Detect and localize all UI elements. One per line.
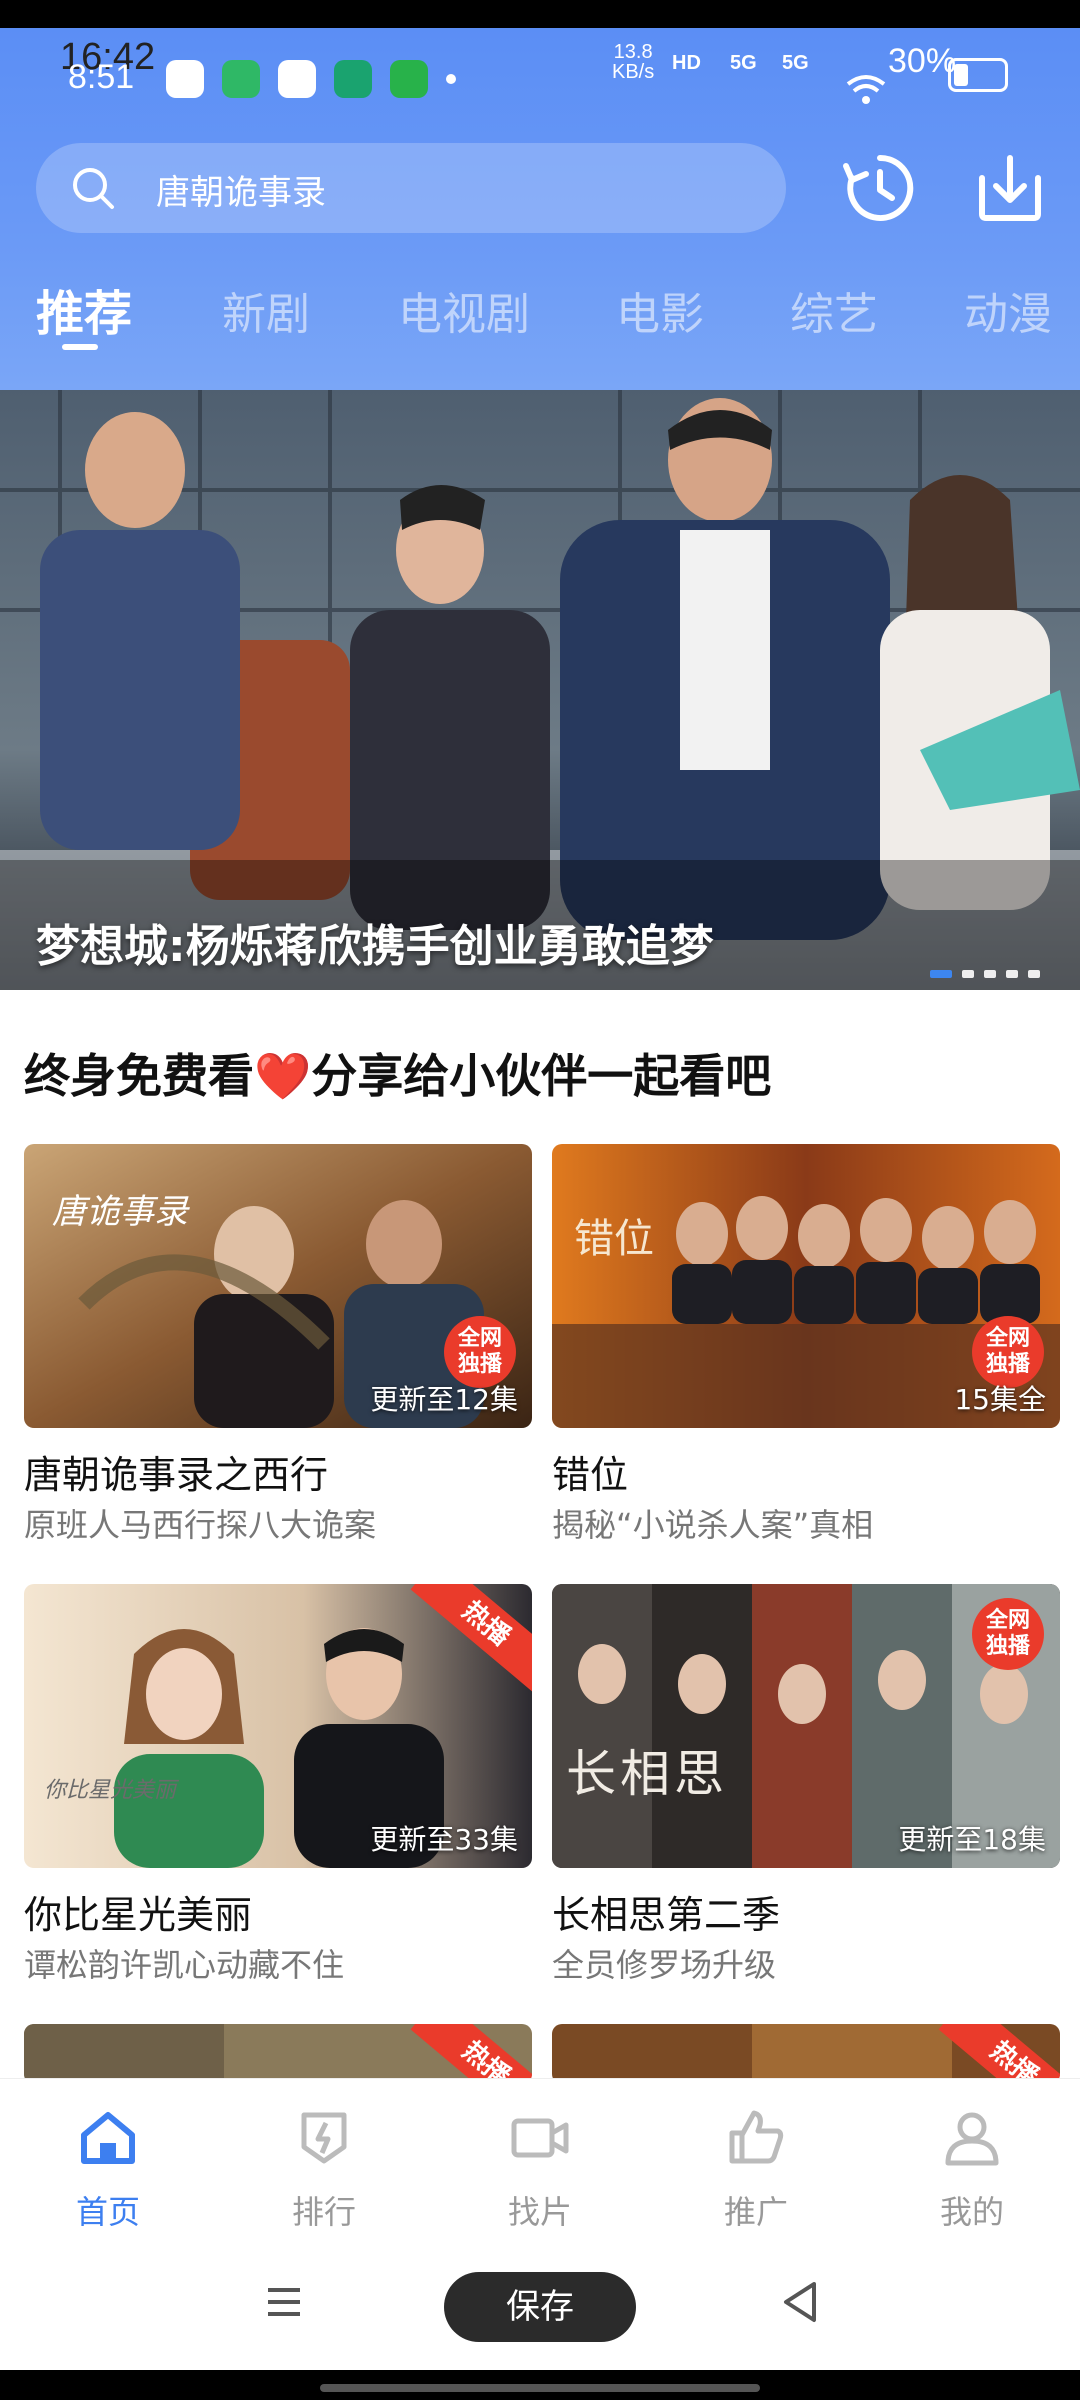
- home-indicator[interactable]: [320, 2384, 760, 2392]
- ranking-icon: [301, 2112, 347, 2164]
- nav-profile-label: 我的: [939, 2193, 1004, 2231]
- badge-text: 全网 独播: [985, 1326, 1030, 1377]
- green-app-icon: [390, 60, 428, 98]
- nav-discover[interactable]: 找片: [460, 2079, 620, 2249]
- tab-indicator: [62, 344, 98, 350]
- tab-recommended[interactable]: 推荐: [36, 274, 132, 344]
- card-thumbnail: 热播: [552, 2024, 1060, 2084]
- tab-new-shows[interactable]: 新剧: [222, 278, 310, 342]
- share-text-after: 分享给小伙伴一起看吧: [311, 1049, 772, 1103]
- thumb-logo-text: 唐诡事录: [52, 1192, 188, 1232]
- oppo-app-icon: [334, 60, 372, 98]
- search-icon: [73, 168, 114, 209]
- tab-variety[interactable]: 综艺: [790, 278, 878, 342]
- card-thumbnail: 热播: [24, 2024, 532, 2084]
- more-notifications-dot: [446, 74, 456, 84]
- card-thumbnail: 长相思 全网 独播 更新至18集: [552, 1584, 1060, 1868]
- battery-icon: [948, 58, 1008, 92]
- nav-profile[interactable]: 我的: [892, 2079, 1052, 2249]
- card-thumbnail: 你比星光美丽 热播 更新至33集: [24, 1584, 532, 1868]
- card-title: 长相思第二季: [552, 1893, 781, 1937]
- video-camera-icon: [511, 2118, 569, 2158]
- nav-home[interactable]: 首页: [28, 2079, 188, 2249]
- user-icon: [945, 2112, 999, 2166]
- video-card[interactable]: 错位 全网 独播 15集全 错位 揭秘“小说杀人案”真相: [552, 1144, 1060, 1564]
- banner-dot[interactable]: [962, 970, 974, 978]
- card-thumbnail: 错位 全网 独播 15集全: [552, 1144, 1060, 1428]
- banner-title: 梦想城:杨烁蒋欣携手创业勇敢追梦: [36, 921, 714, 972]
- net-speed-unit: KB/s: [612, 61, 655, 83]
- app-notification-icon: [166, 60, 204, 98]
- video-card[interactable]: 长相思 全网 独播 更新至18集 长相思第二季 全员修罗场升级: [552, 1584, 1060, 2004]
- video-card[interactable]: 热播: [24, 2024, 532, 2084]
- thumb-logo-text: 错位: [574, 1216, 654, 1262]
- card-subtitle: 揭秘“小说杀人案”真相: [552, 1506, 874, 1544]
- banner-dot[interactable]: [1006, 970, 1018, 978]
- shield-app-icon: [222, 60, 260, 98]
- episode-count: 更新至18集: [898, 1823, 1046, 1856]
- status-time: 8:51: [68, 58, 135, 96]
- net-speed-value: 13.8: [613, 41, 653, 63]
- card-title: 唐朝诡事录之西行: [24, 1453, 329, 1497]
- search-placeholder: 唐朝诡事录: [156, 173, 326, 213]
- heart-icon: ❤️: [254, 1049, 312, 1103]
- hero-banner[interactable]: 梦想城:杨烁蒋欣携手创业勇敢追梦: [0, 390, 1080, 990]
- nav-promote-label: 推广: [723, 2193, 788, 2231]
- tab-tv-series[interactable]: 电视剧: [398, 278, 530, 342]
- notification-icons: [166, 60, 428, 98]
- banner-dot[interactable]: [1028, 970, 1040, 978]
- hd-icon: HD: [672, 52, 701, 74]
- banner-pagination: [930, 970, 1040, 978]
- nav-ranking-label: 排行: [291, 2193, 356, 2231]
- card-subtitle: 原班人马西行探八大诡案: [24, 1506, 377, 1544]
- battery-percent: 30%: [888, 42, 957, 80]
- category-tabs: 推荐 新剧 电视剧 电影 综艺 动漫: [0, 278, 1080, 348]
- banner-dot[interactable]: [930, 970, 952, 978]
- history-icon[interactable]: [840, 148, 920, 228]
- video-card[interactable]: 你比星光美丽 热播 更新至33集 你比星光美丽 谭松韵许凯心动藏不住: [24, 1584, 532, 2004]
- share-text-before: 终身免费看: [24, 1049, 254, 1103]
- back-icon[interactable]: [780, 2280, 820, 2324]
- search-bar[interactable]: 唐朝诡事录: [36, 143, 786, 233]
- card-title: 你比星光美丽: [24, 1893, 253, 1937]
- menu-icon[interactable]: [264, 2282, 304, 2322]
- nav-promote[interactable]: 推广: [676, 2079, 836, 2249]
- gallery-app-icon: [278, 60, 316, 98]
- banner-image: [0, 390, 1080, 990]
- video-card[interactable]: 唐诡事录 全网 独播 更新至12集 唐朝诡事录之西行 原班人马西行探八大诡案: [24, 1144, 532, 1564]
- thumb-logo-text: 你比星光美丽: [44, 1778, 177, 1803]
- bottom-navigation: 首页 排行 找片 推广 我的: [0, 2078, 1080, 2248]
- net-speed: 13.8 KB/s: [612, 42, 654, 82]
- save-button[interactable]: 保存: [444, 2272, 636, 2342]
- video-card[interactable]: 热播: [552, 2024, 1060, 2084]
- banner-dot[interactable]: [984, 970, 996, 978]
- status-bar: 16:42 8:51 13.8 KB/s HD 5G 5G 30%: [0, 28, 1080, 138]
- episode-count: 更新至12集: [370, 1383, 518, 1416]
- episode-count: 更新至33集: [370, 1823, 518, 1856]
- episode-count: 15集全: [954, 1383, 1046, 1416]
- home-icon: [81, 2112, 135, 2164]
- thumb-logo-text: 长相思: [566, 1745, 728, 1803]
- badge-text: 全网 独播: [457, 1326, 502, 1377]
- system-nav-bar: 保存: [0, 2248, 1080, 2370]
- download-icon[interactable]: [970, 148, 1050, 228]
- card-subtitle: 谭松韵许凯心动藏不住: [24, 1946, 345, 1984]
- header: 16:42 8:51 13.8 KB/s HD 5G 5G 30% 唐朝诡事录 …: [0, 28, 1080, 390]
- nav-discover-label: 找片: [507, 2193, 572, 2231]
- card-title: 错位: [552, 1453, 629, 1497]
- nav-home-label: 首页: [75, 2193, 140, 2231]
- signal-2-icon: 5G: [782, 52, 809, 74]
- card-subtitle: 全员修罗场升级: [552, 1946, 777, 1984]
- tab-anime[interactable]: 动漫: [964, 278, 1052, 342]
- tab-movies[interactable]: 电影: [616, 278, 704, 342]
- app-screen: 16:42 8:51 13.8 KB/s HD 5G 5G 30% 唐朝诡事录 …: [0, 28, 1080, 2370]
- share-heading[interactable]: 终身免费看❤️分享给小伙伴一起看吧: [24, 1040, 771, 1106]
- wifi-icon: [846, 75, 886, 104]
- nav-ranking[interactable]: 排行: [244, 2079, 404, 2249]
- signal-1-icon: 5G: [730, 52, 757, 74]
- card-thumbnail: 唐诡事录 全网 独播 更新至12集: [24, 1144, 532, 1428]
- exclusive-badge: 全网 独播: [972, 1598, 1044, 1670]
- badge-text: 全网 独播: [985, 1608, 1030, 1659]
- thumbs-up-icon: [729, 2110, 784, 2164]
